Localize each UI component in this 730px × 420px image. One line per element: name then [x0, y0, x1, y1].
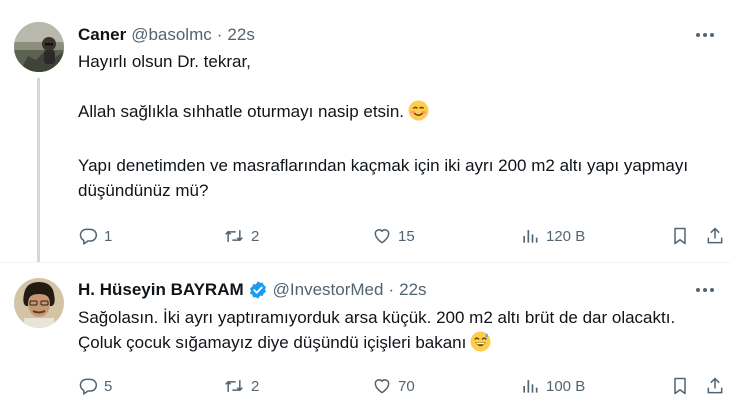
tweet-header: H. Hüseyin BAYRAM @InvestorMed · 22s: [78, 280, 427, 300]
views-icon: [520, 376, 540, 396]
timestamp[interactable]: 22s: [399, 280, 426, 300]
views-icon: [520, 226, 540, 246]
tweet-actions: 5 2 70 100 B: [78, 372, 728, 400]
tweet-line-text: Yapı denetimden ve masraflarından kaçmak…: [78, 156, 689, 200]
tweet-line: Yapı denetimden ve masraflarından kaçmak…: [78, 153, 718, 203]
tweet-text: Hayırlı olsun Dr. tekrar, Allah sağlıkla…: [78, 49, 718, 203]
like-icon: [372, 226, 392, 246]
more-icon[interactable]: [694, 279, 716, 301]
grinning-sweat-emoji: [470, 331, 491, 359]
repost-button[interactable]: 2: [223, 222, 259, 250]
author-handle[interactable]: @InvestorMed: [273, 280, 384, 300]
separator-dot: ·: [388, 280, 395, 299]
like-count: 70: [398, 377, 415, 395]
reply-button[interactable]: 5: [78, 372, 112, 400]
timestamp[interactable]: 22s: [227, 25, 254, 45]
avatar[interactable]: [14, 278, 64, 328]
bookmark-button[interactable]: [670, 372, 690, 400]
author-handle[interactable]: @basolmc: [131, 25, 212, 45]
tweet-header: Caner @basolmc · 22s: [78, 25, 255, 45]
share-icon: [705, 226, 725, 246]
repost-button[interactable]: 2: [223, 372, 259, 400]
tweet[interactable]: H. Hüseyin BAYRAM @InvestorMed · 22s Sağ…: [0, 262, 730, 420]
separator-dot: ·: [216, 25, 223, 44]
reply-count: 5: [104, 377, 113, 395]
repost-icon: [223, 226, 245, 246]
tweet-line-text: Sağolasın. İki ayrı yaptıramıyorduk arsa…: [78, 308, 676, 352]
tweet-line-text: Hayırlı olsun Dr. tekrar,: [78, 52, 251, 71]
tweet[interactable]: Caner @basolmc · 22s Hayırlı olsun Dr. t…: [0, 0, 730, 262]
bookmark-button[interactable]: [670, 222, 690, 250]
smiling-face-emoji: [408, 100, 429, 128]
views-button[interactable]: 100 B: [520, 372, 585, 400]
share-button[interactable]: [705, 372, 725, 400]
tweet-line-text: Allah sağlıkla sıhhatle oturmayı nasip e…: [78, 102, 405, 121]
repost-icon: [223, 376, 245, 396]
author-name[interactable]: H. Hüseyin BAYRAM: [78, 280, 244, 300]
more-icon[interactable]: [694, 24, 716, 46]
tweet-line: Hayırlı olsun Dr. tekrar,: [78, 49, 718, 74]
reply-icon: [78, 376, 98, 396]
view-count: 120 B: [546, 227, 586, 245]
share-button[interactable]: [705, 222, 725, 250]
like-button[interactable]: 70: [372, 372, 415, 400]
verified-badge-icon: [248, 280, 268, 300]
thread-line: [37, 78, 40, 262]
reply-button[interactable]: 1: [78, 222, 112, 250]
views-button[interactable]: 120 B: [520, 222, 585, 250]
tweet-line: Allah sağlıkla sıhhatle oturmayı nasip e…: [78, 99, 718, 128]
repost-count: 2: [251, 377, 260, 395]
reply-count: 1: [104, 227, 113, 245]
tweet-actions: 1 2 15 120 B: [78, 222, 728, 250]
share-icon: [705, 376, 725, 396]
avatar[interactable]: [14, 22, 64, 72]
author-name[interactable]: Caner: [78, 25, 126, 45]
view-count: 100 B: [546, 377, 586, 395]
repost-count: 2: [251, 227, 260, 245]
like-icon: [372, 376, 392, 396]
reply-icon: [78, 226, 98, 246]
tweet-text: Sağolasın. İki ayrı yaptıramıyorduk arsa…: [78, 305, 718, 359]
bookmark-icon: [670, 376, 690, 396]
like-count: 15: [398, 227, 415, 245]
bookmark-icon: [670, 226, 690, 246]
like-button[interactable]: 15: [372, 222, 415, 250]
